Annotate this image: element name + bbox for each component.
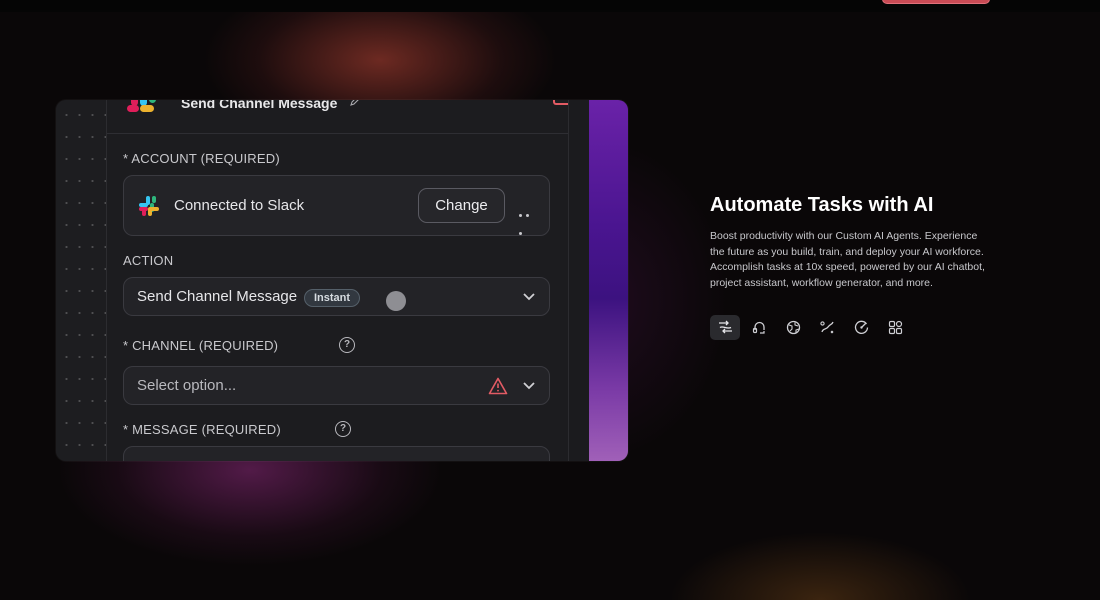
channel-help-icon[interactable]: ? xyxy=(339,337,355,353)
top-nav-bar xyxy=(0,0,1100,12)
side-gutter xyxy=(569,100,589,461)
channel-label: * CHANNEL (REQUIRED) xyxy=(123,338,279,353)
slack-logo-icon xyxy=(139,196,159,216)
description-line: project assistant, workflow generator, a… xyxy=(710,276,933,289)
workflow-icon xyxy=(719,320,732,334)
tab-workflow[interactable] xyxy=(710,315,740,340)
description-line: Accomplish tasks at 10x speed, powered b… xyxy=(710,261,985,273)
purple-backdrop xyxy=(589,100,628,461)
canvas-dot-grid xyxy=(56,100,106,461)
apps-grid-icon xyxy=(888,320,903,335)
nav-cta-button[interactable] xyxy=(882,0,990,4)
panel-title: Send Channel Message xyxy=(181,100,338,111)
tab-more-apps[interactable] xyxy=(880,315,910,340)
tab-support[interactable] xyxy=(744,315,774,340)
tab-speed[interactable] xyxy=(846,315,876,340)
slack-logo-icon xyxy=(127,100,156,112)
message-label: * MESSAGE (REQUIRED) xyxy=(123,422,281,437)
mouse-cursor-indicator xyxy=(386,291,406,311)
action-config-panel: Send Channel Message * ACCOUNT (REQUIRED… xyxy=(107,100,590,461)
message-input[interactable] xyxy=(123,446,550,461)
panel-header: Send Channel Message xyxy=(107,100,590,134)
warning-icon xyxy=(488,377,508,395)
feature-title: Automate Tasks with AI xyxy=(710,194,934,216)
instant-badge: Instant xyxy=(304,289,361,307)
chevron-down-icon[interactable] xyxy=(522,381,536,391)
edit-pencil-icon[interactable] xyxy=(349,100,361,107)
channel-select[interactable]: Select option... xyxy=(123,366,550,405)
connection-status: Connected to Slack xyxy=(174,197,305,214)
speed-icon xyxy=(854,320,869,334)
description-line: Boost productivity with our Custom AI Ag… xyxy=(710,230,978,242)
chevron-down-icon[interactable] xyxy=(522,292,536,302)
more-options-icon[interactable] xyxy=(519,204,539,235)
landing-section: Send Channel Message * ACCOUNT (REQUIRED… xyxy=(0,0,1100,600)
route-icon xyxy=(820,321,834,334)
account-label: * ACCOUNT (REQUIRED) xyxy=(123,151,280,166)
tab-route[interactable] xyxy=(812,315,842,340)
message-help-icon[interactable]: ? xyxy=(335,421,351,437)
action-label: ACTION xyxy=(123,253,174,268)
change-account-button[interactable]: Change xyxy=(418,188,505,223)
globe-icon xyxy=(786,320,801,335)
headset-icon xyxy=(752,321,765,334)
description-line: the future as you build, train, and depl… xyxy=(710,245,984,258)
action-select[interactable]: Send Channel Message Instant xyxy=(123,277,550,316)
channel-placeholder: Select option... xyxy=(137,377,237,394)
product-screenshot: Send Channel Message * ACCOUNT (REQUIRED… xyxy=(56,100,628,461)
tab-global[interactable] xyxy=(778,315,808,340)
action-value: Send Channel Message xyxy=(137,288,298,305)
feature-description: Boost productivity with our Custom AI Ag… xyxy=(710,229,1000,291)
account-box: Connected to Slack Change xyxy=(123,175,550,236)
